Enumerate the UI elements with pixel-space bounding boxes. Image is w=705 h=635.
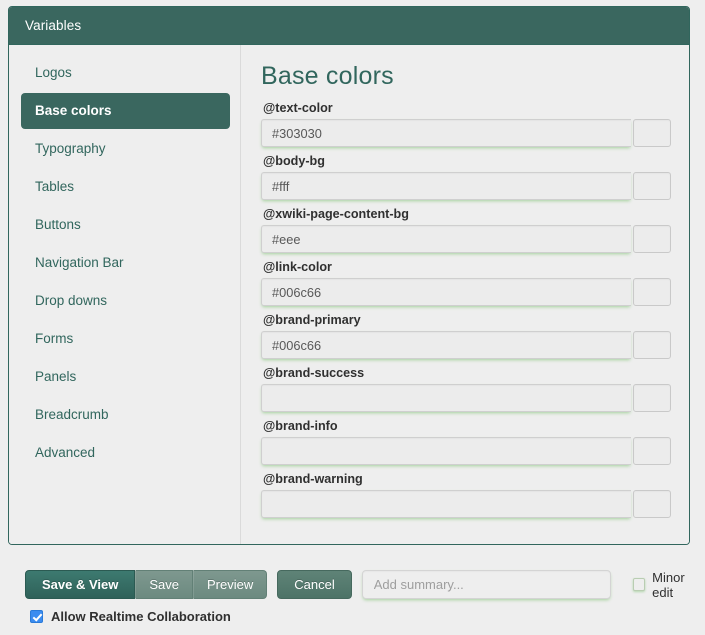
sidebar-item-base-colors[interactable]: Base colors	[21, 93, 230, 129]
field-group: @brand-info	[261, 419, 671, 465]
save-and-view-button[interactable]: Save & View	[25, 570, 136, 599]
sidebar-item-buttons[interactable]: Buttons	[21, 207, 230, 243]
field-label: @xwiki-page-content-bg	[263, 207, 409, 221]
field-group: @brand-warning	[261, 472, 671, 518]
minor-edit-group: Minor edit	[632, 569, 705, 600]
color-value-input[interactable]	[261, 278, 631, 306]
field-label: @brand-warning	[263, 472, 363, 486]
field-label: @brand-success	[263, 366, 365, 380]
field-label: @text-color	[263, 101, 333, 115]
preview-button[interactable]: Preview	[193, 570, 268, 599]
color-value-input[interactable]	[261, 119, 631, 147]
save-button[interactable]: Save	[135, 570, 194, 599]
color-value-input[interactable]	[261, 437, 631, 465]
summary-input[interactable]	[361, 570, 611, 599]
field-row	[261, 331, 671, 359]
minor-edit-checkbox[interactable]	[632, 578, 646, 591]
color-value-input[interactable]	[261, 172, 631, 200]
color-picker-swatch[interactable]	[633, 331, 671, 359]
color-value-input[interactable]	[261, 490, 631, 518]
editor-toolbar: Save & View Save Preview Cancel Minor ed…	[0, 566, 705, 635]
sidebar-nav: Logos Base colors Typography Tables Buttons N…	[9, 45, 241, 544]
color-value-input[interactable]	[261, 331, 631, 359]
section-title: Base colors	[261, 62, 394, 90]
field-row	[261, 490, 671, 518]
field-group: @xwiki-page-content-bg	[261, 207, 671, 253]
page-title: Variables	[25, 18, 82, 33]
cancel-button[interactable]: Cancel	[277, 570, 352, 599]
variables-panel: Variables Logos Base colors Typography Tabl…	[8, 6, 690, 545]
sidebar-item-typography[interactable]: Typography	[21, 131, 230, 167]
color-picker-swatch[interactable]	[633, 225, 671, 253]
color-picker-swatch[interactable]	[633, 490, 671, 518]
field-group: @brand-primary	[261, 313, 671, 359]
toolbar-actions-row: Save & View Save Preview Cancel Minor ed…	[0, 566, 705, 603]
color-picker-swatch[interactable]	[633, 172, 671, 200]
sidebar-item-breadcrumb[interactable]: Breadcrumb	[21, 397, 230, 433]
realtime-collaboration-label: Allow Realtime Collaboration	[51, 609, 231, 624]
field-row	[261, 278, 671, 306]
field-label: @brand-primary	[263, 313, 361, 327]
color-picker-swatch[interactable]	[633, 278, 671, 306]
sidebar-item-tables[interactable]: Tables	[21, 169, 230, 205]
variables-editor-page: Variables Logos Base colors Typography Tabl…	[0, 0, 705, 635]
field-group: @link-color	[261, 260, 671, 306]
color-picker-swatch[interactable]	[633, 437, 671, 465]
field-label: @link-color	[263, 260, 332, 274]
main-content: Base colors @text-color @body-bg @xwiki-pa…	[241, 45, 689, 544]
field-row	[261, 437, 671, 465]
panel-body: Logos Base colors Typography Tables Buttons N…	[9, 45, 689, 544]
field-row	[261, 384, 671, 412]
color-picker-swatch[interactable]	[633, 119, 671, 147]
color-picker-swatch[interactable]	[633, 384, 671, 412]
sidebar-item-advanced[interactable]: Advanced	[21, 435, 230, 471]
color-value-input[interactable]	[261, 384, 631, 412]
sidebar-item-logos[interactable]: Logos	[21, 55, 230, 91]
field-row	[261, 119, 671, 147]
field-group: @body-bg	[261, 154, 671, 200]
variables-form: @text-color @body-bg @xwiki-page-content-b…	[261, 101, 671, 518]
sidebar-item-drop-downs[interactable]: Drop downs	[21, 283, 230, 319]
panel-header: Variables	[9, 7, 689, 45]
field-group: @text-color	[261, 101, 671, 147]
field-label: @body-bg	[263, 154, 325, 168]
sidebar-item-navigation-bar[interactable]: Navigation Bar	[21, 245, 230, 281]
sidebar-item-panels[interactable]: Panels	[21, 359, 230, 395]
realtime-collaboration-checkbox[interactable]	[30, 610, 43, 623]
field-row	[261, 225, 671, 253]
sidebar-item-forms[interactable]: Forms	[21, 321, 230, 357]
field-label: @brand-info	[263, 419, 338, 433]
minor-edit-label: Minor edit	[652, 569, 685, 600]
save-button-group: Save & View Save Preview	[25, 570, 268, 599]
color-value-input[interactable]	[261, 225, 631, 253]
realtime-collaboration-group: Allow Realtime Collaboration	[0, 609, 705, 624]
field-row	[261, 172, 671, 200]
field-group: @brand-success	[261, 366, 671, 412]
